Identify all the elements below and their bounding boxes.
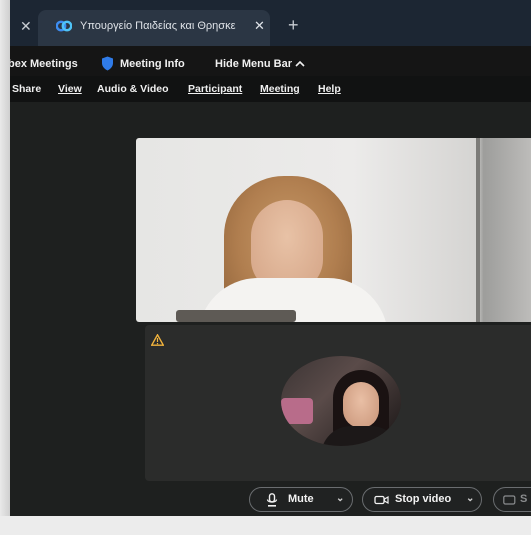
self-avatar: [281, 356, 401, 446]
screen-bezel-left: [0, 0, 10, 535]
menu-meeting-label: Meeting: [260, 83, 300, 95]
menu-bar: Share View Audio & Video Participant Mee…: [0, 76, 531, 102]
meeting-info-button[interactable]: Meeting Info: [120, 58, 185, 70]
app-title: bex Meetings: [8, 58, 78, 70]
stop-video-button[interactable]: Stop video ⌄: [362, 487, 482, 512]
menu-share[interactable]: Share: [12, 83, 41, 95]
menu-participant[interactable]: Participant: [188, 83, 242, 95]
video-tile-speaker[interactable]: [136, 138, 531, 322]
video-camera-icon: [374, 495, 389, 505]
warning-icon[interactable]: [151, 334, 164, 346]
hide-menu-bar-button[interactable]: Hide Menu Bar: [215, 58, 305, 70]
stop-video-label: Stop video: [395, 493, 452, 505]
screen-bezel-bottom: [0, 516, 531, 535]
chevron-up-icon: [295, 60, 305, 67]
menu-help-label: Help: [318, 83, 341, 95]
share-screen-icon: [503, 495, 516, 505]
share-button[interactable]: S: [493, 487, 531, 512]
menu-view[interactable]: View: [58, 83, 82, 95]
menu-meeting[interactable]: Meeting: [260, 83, 300, 95]
tab-close-button[interactable]: ✕: [254, 18, 265, 34]
shield-icon: [102, 56, 113, 71]
webex-window: ✕ Υπουργείο Παιδείας και Θρησκε ✕ + bex …: [0, 0, 531, 535]
prev-tab-close-button[interactable]: ✕: [20, 18, 32, 35]
tab-title: Υπουργείο Παιδείας και Θρησκε: [80, 20, 236, 32]
background-door: [476, 138, 480, 322]
browser-tab-bar: ✕ Υπουργείο Παιδείας και Θρησκε ✕ +: [0, 0, 531, 46]
mute-button[interactable]: Mute ⌄: [249, 487, 353, 512]
desk-object: [176, 310, 296, 322]
avatar-face: [343, 382, 379, 428]
new-tab-button[interactable]: +: [288, 15, 299, 36]
video-options-chevron-icon[interactable]: ⌄: [466, 493, 474, 504]
menu-view-label: View: [58, 83, 82, 95]
avatar-pink-object: [281, 398, 313, 424]
hide-menu-bar-label: Hide Menu Bar: [215, 58, 293, 70]
menu-audio-video[interactable]: Audio & Video: [97, 83, 169, 95]
share-label: S: [520, 493, 528, 505]
mute-options-chevron-icon[interactable]: ⌄: [336, 493, 344, 504]
menu-participant-label: Participant: [188, 83, 243, 95]
mute-label: Mute: [288, 493, 314, 505]
menu-help[interactable]: Help: [318, 83, 341, 95]
webex-icon: [56, 20, 72, 32]
microphone-icon: [266, 493, 278, 507]
